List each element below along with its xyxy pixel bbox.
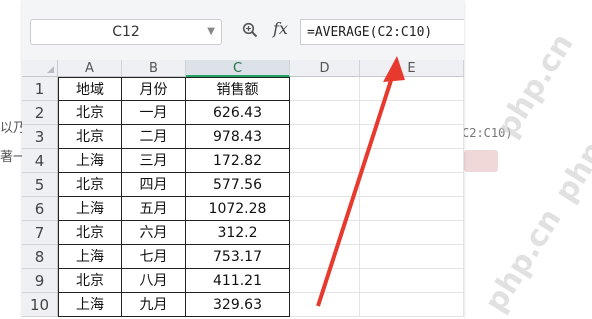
watermark: php.cn xyxy=(478,202,569,319)
column-header-a[interactable]: A xyxy=(58,60,122,77)
cell-d8[interactable] xyxy=(290,245,360,269)
row-header[interactable]: 5 xyxy=(22,173,58,197)
cell-a8[interactable]: 上海 xyxy=(58,245,122,269)
column-header-b[interactable]: B xyxy=(122,60,186,77)
row-header[interactable]: 4 xyxy=(22,149,58,173)
cell-e10[interactable] xyxy=(360,293,464,317)
row-header[interactable]: 9 xyxy=(22,269,58,293)
cell-a6[interactable]: 上海 xyxy=(58,197,122,221)
zoom-icon[interactable] xyxy=(242,22,258,38)
row-header[interactable]: 10 xyxy=(22,293,58,317)
row-header[interactable]: 3 xyxy=(22,125,58,149)
cell-c3[interactable]: 978.43 xyxy=(186,125,290,149)
cell-b3[interactable]: 二月 xyxy=(122,125,186,149)
cell-d2[interactable] xyxy=(290,101,360,125)
cell-d7[interactable] xyxy=(290,221,360,245)
row-header[interactable]: 8 xyxy=(22,245,58,269)
name-box-value: C12 xyxy=(112,24,140,40)
cell-e9[interactable] xyxy=(360,269,464,293)
cell-b4[interactable]: 三月 xyxy=(122,149,186,173)
cell-a10[interactable]: 上海 xyxy=(58,293,122,317)
name-box[interactable]: C12 ▼ xyxy=(30,19,222,45)
chevron-down-icon[interactable]: ▼ xyxy=(207,20,215,44)
cell-c6[interactable]: 1072.28 xyxy=(186,197,290,221)
formula-bar: C12 ▼ fx =AVERAGE(C2:C10) xyxy=(22,0,464,61)
cell-a4[interactable]: 上海 xyxy=(58,149,122,173)
cell-b5[interactable]: 四月 xyxy=(122,173,186,197)
cell-e4[interactable] xyxy=(360,149,464,173)
row-header[interactable]: 2 xyxy=(22,101,58,125)
cell-b8[interactable]: 七月 xyxy=(122,245,186,269)
cell-a2[interactable]: 北京 xyxy=(58,101,122,125)
cell-c8[interactable]: 753.17 xyxy=(186,245,290,269)
cell-b6[interactable]: 五月 xyxy=(122,197,186,221)
cell-d10[interactable] xyxy=(290,293,360,317)
background-text-3: C2:C10) xyxy=(462,126,513,140)
cell-b2[interactable]: 一月 xyxy=(122,101,186,125)
cell-d9[interactable] xyxy=(290,269,360,293)
cell-e8[interactable] xyxy=(360,245,464,269)
cell-b9[interactable]: 八月 xyxy=(122,269,186,293)
column-header-e[interactable]: E xyxy=(360,60,464,77)
cell-e7[interactable] xyxy=(360,221,464,245)
cell-e3[interactable] xyxy=(360,125,464,149)
cell-c5[interactable]: 577.56 xyxy=(186,173,290,197)
fx-icon[interactable]: fx xyxy=(273,19,288,38)
cell-b7[interactable]: 六月 xyxy=(122,221,186,245)
column-header-c[interactable]: C xyxy=(186,60,290,77)
cell-d1[interactable] xyxy=(290,77,360,101)
background-red-block xyxy=(464,150,498,172)
row-header[interactable]: 7 xyxy=(22,221,58,245)
cell-b1[interactable]: 月份 xyxy=(122,77,186,101)
cell-d5[interactable] xyxy=(290,173,360,197)
cell-e2[interactable] xyxy=(360,101,464,125)
row-header[interactable]: 1 xyxy=(22,77,58,101)
column-header-d[interactable]: D xyxy=(290,60,360,77)
watermark: php.cn xyxy=(548,92,592,209)
cell-d6[interactable] xyxy=(290,197,360,221)
cell-c2[interactable]: 626.43 xyxy=(186,101,290,125)
cell-e6[interactable] xyxy=(360,197,464,221)
cell-c4[interactable]: 172.82 xyxy=(186,149,290,173)
spreadsheet-window: C12 ▼ fx =AVERAGE(C2:C10) A B C D E 1 地域 月份 销售额 2… xyxy=(22,0,464,319)
cell-c9[interactable]: 411.21 xyxy=(186,269,290,293)
cell-a5[interactable]: 北京 xyxy=(58,173,122,197)
cell-c7[interactable]: 312.2 xyxy=(186,221,290,245)
cell-e5[interactable] xyxy=(360,173,464,197)
select-all-corner[interactable] xyxy=(22,60,58,77)
cell-c1[interactable]: 销售额 xyxy=(186,77,290,101)
cell-b10[interactable]: 九月 xyxy=(122,293,186,317)
cell-e1[interactable] xyxy=(360,77,464,101)
cell-a7[interactable]: 北京 xyxy=(58,221,122,245)
cell-c10[interactable]: 329.63 xyxy=(186,293,290,317)
cell-a1[interactable]: 地域 xyxy=(58,77,122,101)
cell-d3[interactable] xyxy=(290,125,360,149)
formula-input[interactable]: =AVERAGE(C2:C10) xyxy=(300,19,464,45)
row-header[interactable]: 6 xyxy=(22,197,58,221)
cell-d4[interactable] xyxy=(290,149,360,173)
cell-a3[interactable]: 北京 xyxy=(58,125,122,149)
cell-a9[interactable]: 北京 xyxy=(58,269,122,293)
